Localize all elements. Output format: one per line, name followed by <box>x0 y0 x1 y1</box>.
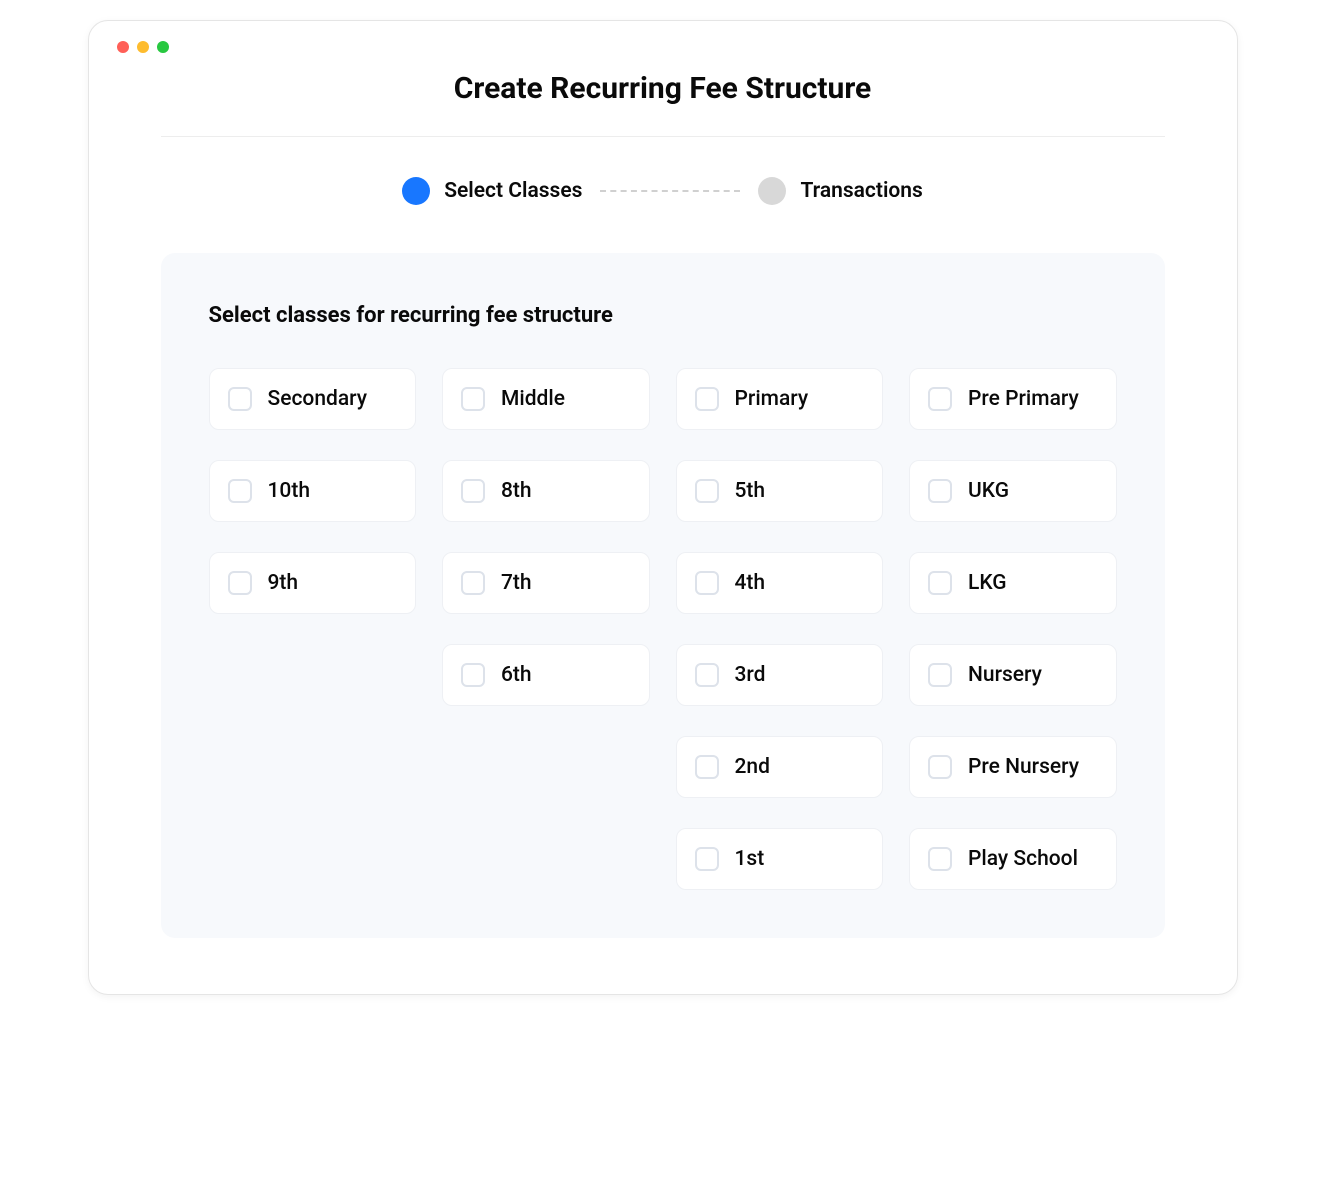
checkbox-icon[interactable] <box>928 847 952 871</box>
column-0: Secondary 10th 9th <box>209 368 417 890</box>
checkbox-icon[interactable] <box>461 479 485 503</box>
option-label: 4th <box>735 571 766 595</box>
option-label: Pre Nursery <box>968 755 1079 779</box>
option-label: 1st <box>735 847 765 871</box>
option-5th[interactable]: 5th <box>676 460 884 522</box>
option-label: Primary <box>735 387 809 411</box>
step-connector <box>600 190 740 192</box>
checkbox-icon[interactable] <box>928 479 952 503</box>
stepper: Select Classes Transactions <box>89 137 1237 253</box>
window-minimize-icon[interactable] <box>137 41 149 53</box>
checkbox-icon[interactable] <box>928 755 952 779</box>
option-7th[interactable]: 7th <box>442 552 650 614</box>
option-label: 10th <box>268 479 311 503</box>
checkbox-icon[interactable] <box>461 387 485 411</box>
option-ukg[interactable]: UKG <box>909 460 1117 522</box>
window-titlebar <box>89 21 1237 53</box>
option-3rd[interactable]: 3rd <box>676 644 884 706</box>
window-maximize-icon[interactable] <box>157 41 169 53</box>
checkbox-icon[interactable] <box>228 479 252 503</box>
option-label: Pre Primary <box>968 387 1079 411</box>
option-8th[interactable]: 8th <box>442 460 650 522</box>
step-label: Transactions <box>800 179 922 203</box>
checkbox-icon[interactable] <box>928 387 952 411</box>
checkbox-icon[interactable] <box>461 663 485 687</box>
option-label: UKG <box>968 479 1009 503</box>
option-label: LKG <box>968 571 1007 595</box>
option-pre-nursery[interactable]: Pre Nursery <box>909 736 1117 798</box>
checkbox-icon[interactable] <box>228 387 252 411</box>
checkbox-icon[interactable] <box>928 571 952 595</box>
checkbox-icon[interactable] <box>695 571 719 595</box>
checkbox-icon[interactable] <box>695 755 719 779</box>
page-title: Create Recurring Fee Structure <box>89 71 1237 106</box>
option-label: 7th <box>501 571 532 595</box>
checkbox-icon[interactable] <box>228 571 252 595</box>
column-2: Primary 5th 4th 3rd 2nd <box>676 368 884 890</box>
checkbox-icon[interactable] <box>928 663 952 687</box>
panel-heading: Select classes for recurring fee structu… <box>209 303 1117 328</box>
checkbox-icon[interactable] <box>695 387 719 411</box>
option-label: 5th <box>735 479 766 503</box>
option-label: 2nd <box>735 755 770 779</box>
app-window: Create Recurring Fee Structure Select Cl… <box>88 20 1238 995</box>
option-label: 3rd <box>735 663 766 687</box>
option-pre-primary[interactable]: Pre Primary <box>909 368 1117 430</box>
option-2nd[interactable]: 2nd <box>676 736 884 798</box>
step-circle-inactive-icon <box>758 177 786 205</box>
option-10th[interactable]: 10th <box>209 460 417 522</box>
option-nursery[interactable]: Nursery <box>909 644 1117 706</box>
step-select-classes[interactable]: Select Classes <box>402 177 582 205</box>
column-3: Pre Primary UKG LKG Nursery Pre Nursery <box>909 368 1117 890</box>
step-circle-active-icon <box>402 177 430 205</box>
option-secondary[interactable]: Secondary <box>209 368 417 430</box>
window-close-icon[interactable] <box>117 41 129 53</box>
checkbox-icon[interactable] <box>461 571 485 595</box>
option-play-school[interactable]: Play School <box>909 828 1117 890</box>
option-6th[interactable]: 6th <box>442 644 650 706</box>
page-header: Create Recurring Fee Structure <box>89 53 1237 136</box>
option-9th[interactable]: 9th <box>209 552 417 614</box>
checkbox-icon[interactable] <box>695 479 719 503</box>
option-label: Middle <box>501 387 565 411</box>
option-lkg[interactable]: LKG <box>909 552 1117 614</box>
option-primary[interactable]: Primary <box>676 368 884 430</box>
checkbox-icon[interactable] <box>695 663 719 687</box>
checkbox-icon[interactable] <box>695 847 719 871</box>
option-label: 8th <box>501 479 532 503</box>
option-label: Play School <box>968 847 1078 871</box>
option-label: Secondary <box>268 387 368 411</box>
option-label: Nursery <box>968 663 1042 687</box>
step-label: Select Classes <box>444 179 582 203</box>
column-1: Middle 8th 7th 6th <box>442 368 650 890</box>
option-label: 9th <box>268 571 299 595</box>
option-middle[interactable]: Middle <box>442 368 650 430</box>
option-4th[interactable]: 4th <box>676 552 884 614</box>
content-panel: Select classes for recurring fee structu… <box>161 253 1165 938</box>
option-label: 6th <box>501 663 532 687</box>
step-transactions[interactable]: Transactions <box>758 177 922 205</box>
options-columns: Secondary 10th 9th Middle 8th <box>209 368 1117 890</box>
option-1st[interactable]: 1st <box>676 828 884 890</box>
